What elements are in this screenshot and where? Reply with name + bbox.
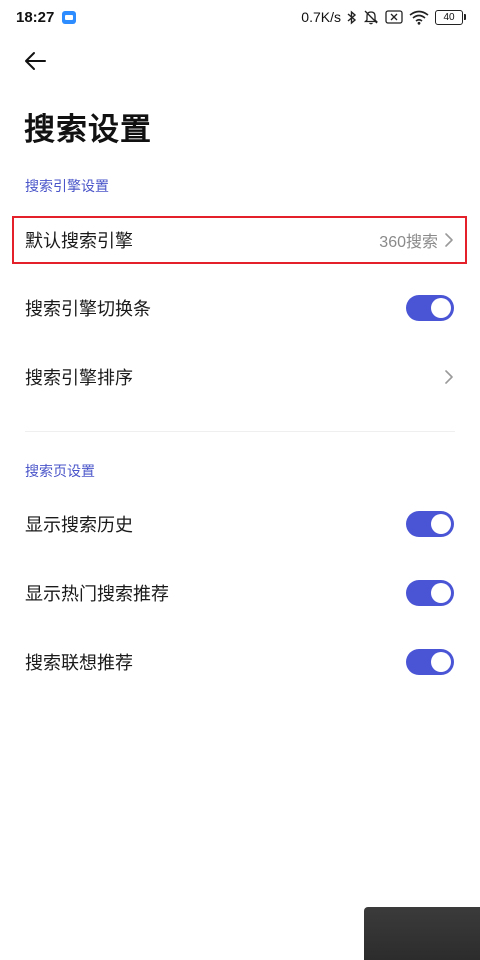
chevron-right-icon <box>445 370 453 384</box>
no-sim-icon <box>385 10 403 24</box>
show-history-label: 显示搜索历史 <box>25 515 133 536</box>
show-hot-toggle[interactable] <box>406 580 454 606</box>
status-bar: 18:27 0.7K/s 40 <box>0 0 480 34</box>
mute-bell-icon <box>363 9 379 25</box>
section-header-engine: 搜索引擎设置 <box>25 179 109 195</box>
battery-icon: 40 <box>435 9 466 25</box>
show-hot-label: 显示热门搜索推荐 <box>25 584 169 605</box>
toggle-knob <box>431 583 451 603</box>
show-history-row[interactable]: 显示搜索历史 <box>0 498 480 550</box>
app-notification-icon <box>62 10 77 24</box>
default-search-engine-label: 默认搜索引擎 <box>25 231 133 252</box>
network-speed: 0.7K/s <box>301 9 341 25</box>
suggestions-label: 搜索联想推荐 <box>25 653 133 674</box>
show-history-toggle[interactable] <box>406 511 454 537</box>
page-title: 搜索设置 <box>24 112 152 148</box>
corner-overlay <box>364 907 480 960</box>
back-button[interactable] <box>20 46 50 76</box>
engine-sort-row[interactable]: 搜索引擎排序 <box>0 351 480 403</box>
engine-sort-label: 搜索引擎排序 <box>25 368 133 389</box>
engine-switch-bar-row[interactable]: 搜索引擎切换条 <box>0 282 480 334</box>
toggle-knob <box>431 298 451 318</box>
engine-switch-bar-label: 搜索引擎切换条 <box>25 299 151 320</box>
engine-switch-bar-toggle[interactable] <box>406 295 454 321</box>
status-right: 0.7K/s 40 <box>301 9 466 25</box>
show-hot-row[interactable]: 显示热门搜索推荐 <box>0 567 480 619</box>
suggestions-toggle[interactable] <box>406 649 454 675</box>
section-header-search-page: 搜索页设置 <box>25 464 95 480</box>
section-divider <box>25 431 455 432</box>
suggestions-row[interactable]: 搜索联想推荐 <box>0 636 480 688</box>
chevron-right-icon <box>445 233 453 247</box>
wifi-icon <box>409 10 429 25</box>
battery-level: 40 <box>435 9 463 25</box>
toggle-knob <box>431 514 451 534</box>
default-search-engine-row[interactable]: 默认搜索引擎 360搜索 <box>0 214 480 266</box>
arrow-left-icon <box>25 52 46 70</box>
default-search-engine-value-group: 360搜索 <box>379 228 454 252</box>
toggle-knob <box>431 652 451 672</box>
status-left: 18:27 <box>16 8 77 26</box>
default-search-engine-value: 360搜索 <box>379 234 438 251</box>
status-time: 18:27 <box>16 8 55 26</box>
bluetooth-icon <box>347 9 357 25</box>
